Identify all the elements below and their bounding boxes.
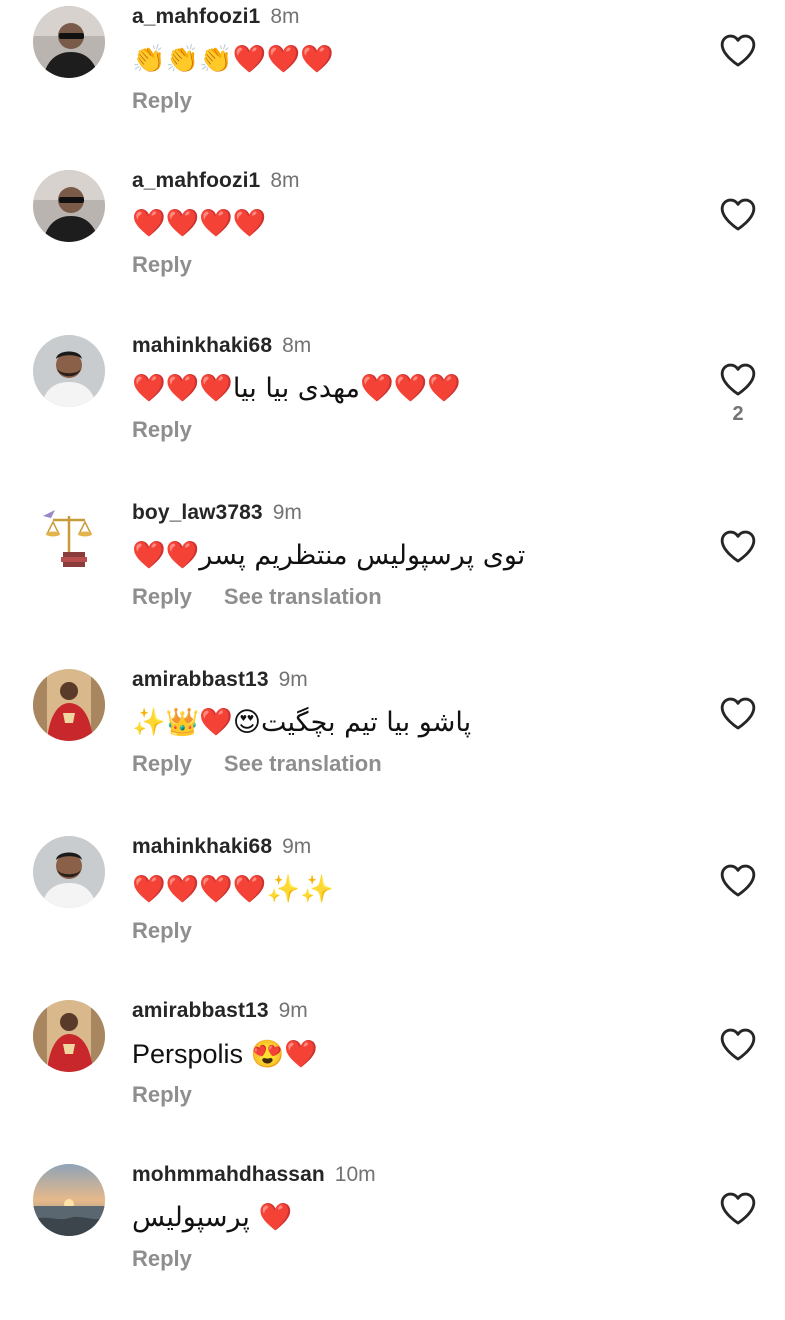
heart-outline-icon bbox=[720, 1028, 756, 1061]
profile-photo-icon bbox=[33, 335, 105, 407]
sunset-photo-icon bbox=[33, 1164, 105, 1236]
avatar[interactable] bbox=[33, 836, 105, 908]
heart-outline-icon bbox=[720, 530, 756, 563]
comment-text: ❤️❤️❤️مهدی بیا بیا❤️❤️❤️ bbox=[132, 373, 461, 404]
avatar[interactable] bbox=[33, 1164, 105, 1236]
like-button[interactable] bbox=[719, 528, 757, 564]
like-button[interactable] bbox=[719, 1026, 757, 1062]
heart-outline-icon bbox=[720, 1192, 756, 1225]
comment-text: پاشو بیا تیم بچگیت😍❤️👑✨ bbox=[132, 707, 472, 738]
reply-button[interactable]: Reply bbox=[132, 1082, 192, 1107]
reply-button[interactable]: Reply bbox=[132, 1246, 192, 1271]
like-button[interactable] bbox=[719, 32, 757, 68]
comment-item: mohmmahdhassan 10m ❤️ پرسپولیس Reply bbox=[0, 1160, 785, 1320]
comment-item: boy_law3783 9m توی پرسپولیس منتظریم پسر❤️… bbox=[0, 498, 785, 658]
reply-button[interactable]: Reply bbox=[132, 88, 192, 113]
comment-item: mahinkhaki68 8m ❤️❤️❤️مهدی بیا بیا❤️❤️❤️ … bbox=[0, 331, 785, 491]
comment-item: amirabbast13 9m پاشو بیا تیم بچگیت😍❤️👑✨ R… bbox=[0, 665, 785, 825]
comment-username[interactable]: amirabbast13 bbox=[132, 668, 269, 691]
avatar[interactable] bbox=[33, 502, 105, 574]
avatar[interactable] bbox=[33, 1000, 105, 1072]
heart-outline-icon bbox=[720, 198, 756, 231]
comment-timestamp: 9m bbox=[278, 668, 308, 691]
comment-timestamp: 8m bbox=[270, 169, 300, 192]
reply-button[interactable]: Reply bbox=[132, 584, 192, 609]
comment-username[interactable]: amirabbast13 bbox=[132, 999, 269, 1022]
avatar[interactable] bbox=[33, 669, 105, 741]
avatar[interactable] bbox=[33, 170, 105, 242]
comment-timestamp: 9m bbox=[278, 999, 308, 1022]
heart-outline-icon bbox=[720, 34, 756, 67]
comment-item: a_mahfoozi1 8m ❤️❤️❤️❤️ Reply bbox=[0, 166, 785, 326]
heart-outline-icon bbox=[720, 697, 756, 730]
comment-text: ❤️ پرسپولیس bbox=[132, 1202, 293, 1233]
scales-of-justice-icon bbox=[33, 502, 105, 574]
comment-username[interactable]: a_mahfoozi1 bbox=[132, 5, 260, 28]
comment-text: توی پرسپولیس منتظریم پسر❤️❤️ bbox=[132, 540, 526, 571]
reply-button[interactable]: Reply bbox=[132, 918, 192, 943]
like-button[interactable] bbox=[719, 1190, 757, 1226]
comment-text: 👏👏👏❤️❤️❤️ bbox=[132, 44, 334, 75]
profile-photo-icon bbox=[33, 669, 105, 741]
heart-outline-icon bbox=[720, 864, 756, 897]
comment-item: mahinkhaki68 9m ❤️❤️❤️❤️✨✨ Reply bbox=[0, 832, 785, 992]
reply-button[interactable]: Reply bbox=[132, 417, 192, 442]
see-translation-button[interactable]: See translation bbox=[224, 751, 382, 776]
comment-timestamp: 8m bbox=[270, 5, 300, 28]
like-button[interactable] bbox=[719, 862, 757, 898]
comment-username[interactable]: mohmmahdhassan bbox=[132, 1163, 325, 1186]
see-translation-button[interactable]: See translation bbox=[224, 584, 382, 609]
avatar[interactable] bbox=[33, 6, 105, 78]
comment-timestamp: 9m bbox=[282, 835, 312, 858]
profile-photo-icon bbox=[33, 836, 105, 908]
comment-text: ❤️❤️❤️❤️ bbox=[132, 208, 267, 239]
comment-username[interactable]: boy_law3783 bbox=[132, 501, 263, 524]
profile-photo-icon bbox=[33, 1000, 105, 1072]
comment-text: ❤️❤️❤️❤️✨✨ bbox=[132, 874, 334, 905]
like-count: 2 bbox=[732, 403, 744, 425]
like-button[interactable] bbox=[719, 196, 757, 232]
comment-item: amirabbast13 9m Perspolis 😍❤️ Reply bbox=[0, 996, 785, 1156]
reply-button[interactable]: Reply bbox=[132, 751, 192, 776]
comment-timestamp: 10m bbox=[334, 1163, 376, 1186]
profile-photo-icon bbox=[33, 170, 105, 242]
comment-text: Perspolis 😍❤️ bbox=[132, 1039, 318, 1069]
comment-username[interactable]: mahinkhaki68 bbox=[132, 835, 272, 858]
profile-photo-icon bbox=[33, 6, 105, 78]
like-button[interactable] bbox=[719, 695, 757, 731]
comment-timestamp: 9m bbox=[272, 501, 302, 524]
comment-username[interactable]: mahinkhaki68 bbox=[132, 334, 272, 357]
avatar[interactable] bbox=[33, 335, 105, 407]
comment-timestamp: 8m bbox=[282, 334, 312, 357]
reply-button[interactable]: Reply bbox=[132, 252, 192, 277]
heart-outline-icon bbox=[720, 363, 756, 396]
comment-item: a_mahfoozi1 8m 👏👏👏❤️❤️❤️ Reply bbox=[0, 2, 785, 162]
like-button[interactable] bbox=[719, 361, 757, 397]
comment-username[interactable]: a_mahfoozi1 bbox=[132, 169, 260, 192]
